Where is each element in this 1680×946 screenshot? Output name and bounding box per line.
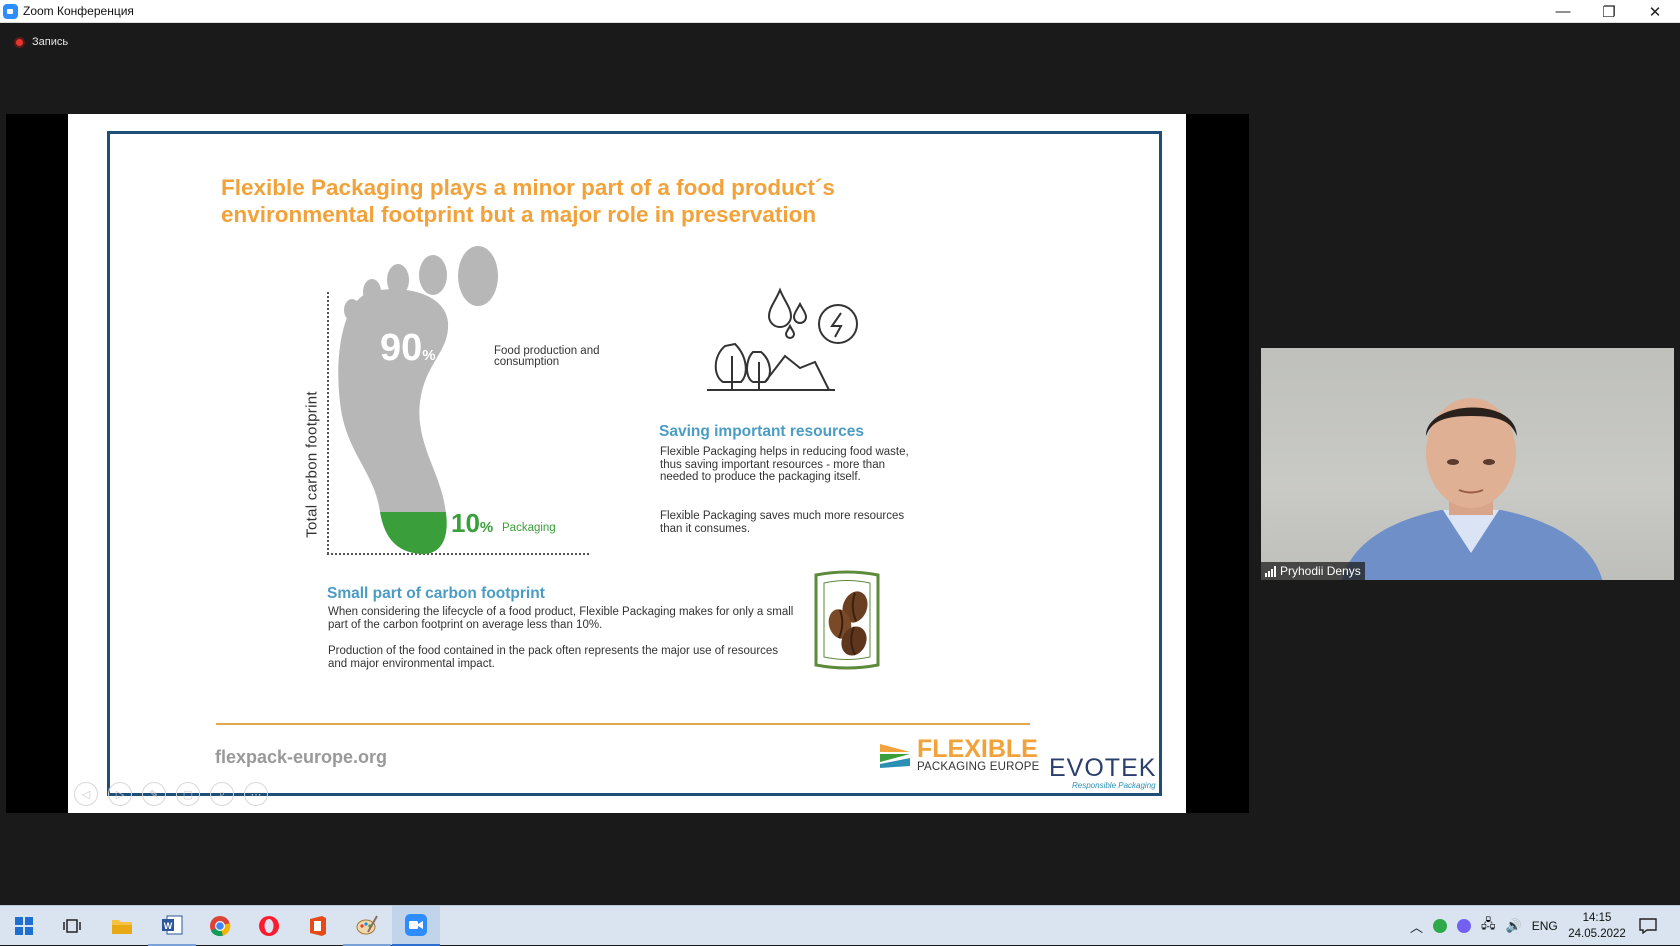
participant-silhouette <box>1341 398 1603 580</box>
evotek-logo: EVOTEK <box>1049 754 1157 782</box>
task-view-icon <box>63 919 81 933</box>
food-percentage-value: 90 <box>380 327 423 369</box>
more-icon[interactable]: ⋯ <box>244 782 268 806</box>
start-button[interactable] <box>0 906 48 946</box>
windows-logo-icon <box>15 917 33 935</box>
footer-url: flexpack-europe.org <box>215 747 388 767</box>
task-view-button[interactable] <box>48 906 96 946</box>
taskbar-word[interactable]: W <box>148 906 196 946</box>
volume-icon[interactable]: 🔊 <box>1506 918 1522 934</box>
previous-slide-icon[interactable]: ◁ <box>74 782 98 806</box>
viber-icon[interactable] <box>1457 919 1472 933</box>
saving-heading: Saving important resources <box>659 423 865 440</box>
participant-name-tag: Pryhodii Denys <box>1261 562 1365 580</box>
fpe-logo-mark-icon <box>880 744 910 768</box>
office-icon <box>310 916 326 936</box>
slide-frame <box>107 131 1162 796</box>
footer-divider <box>216 723 1030 725</box>
taskbar-zoom[interactable] <box>392 906 440 946</box>
zoom-icon[interactable]: ⌕ <box>210 782 234 806</box>
packaging-percentage-unit: % <box>479 519 494 536</box>
taskbar-file-explorer[interactable] <box>98 906 146 946</box>
saving-paragraph-1: Flexible Packaging helps in reducing foo… <box>660 446 909 483</box>
food-percentage: 90% <box>380 327 436 370</box>
coffee-pack-icon <box>814 570 880 670</box>
packaging-percentage-value: 10 <box>451 508 480 538</box>
slide-title: Flexible Packaging plays a minor part of… <box>221 175 835 227</box>
small-part-paragraph-1: When considering the lifecycle of a food… <box>328 606 794 631</box>
taskbar-opera[interactable] <box>245 906 293 946</box>
fpe-logo-flexible: FLEXIBLE <box>917 735 1038 763</box>
language-indicator[interactable]: ENG <box>1532 919 1558 933</box>
fpe-logo-packaging-europe: PACKAGING EUROPE <box>917 761 1040 773</box>
word-icon: W <box>162 915 183 935</box>
notification-icon <box>1639 918 1657 934</box>
zoom-icon <box>405 914 427 936</box>
chrome-icon <box>210 916 231 937</box>
pen-icon[interactable]: ✎ <box>142 782 166 806</box>
taskbar-paint[interactable] <box>343 906 391 946</box>
network-icon[interactable]: 🖧 <box>1481 915 1496 937</box>
folder-icon <box>112 920 132 934</box>
participant-name: Pryhodii Denys <box>1280 564 1361 578</box>
window-title: Zoom Конференция <box>23 4 134 18</box>
saving-paragraph-2: Flexible Packaging saves much more resou… <box>660 510 905 535</box>
slides-icon[interactable]: ▢ <box>176 782 200 806</box>
show-hidden-icons[interactable]: ︿ <box>1410 917 1423 936</box>
antivirus-icon[interactable] <box>1433 919 1448 933</box>
window-titlebar: Zoom Конференция — ❐ ✕ <box>0 0 1680 23</box>
signal-strength-icon <box>1265 565 1276 577</box>
flexible-packaging-europe-logo: FLEXIBLE PACKAGING EUROPE <box>878 737 1039 773</box>
food-label: Food production and consumption <box>494 345 600 368</box>
packaging-percentage: 10% <box>451 508 493 539</box>
next-slide-icon[interactable]: ▷ <box>108 782 132 806</box>
clock-date: 24.05.2022 <box>1568 928 1626 940</box>
paint-icon <box>356 915 378 935</box>
axis-label: Total carbon footprint <box>303 391 321 538</box>
svg-text:W: W <box>164 921 173 931</box>
food-percentage-unit: % <box>422 347 436 364</box>
small-part-paragraph-2: Production of the food contained in the … <box>328 645 779 670</box>
windows-taskbar: W ︿ 🖧 🔊 ENG 14:15 24.05.2022 <box>0 905 1680 946</box>
recording-label: Запись <box>32 36 69 48</box>
slide-controls: ◁ ▷ ✎ ▢ ⌕ ⋯ <box>74 782 268 806</box>
participant-video[interactable] <box>1261 348 1674 580</box>
taskbar-chrome[interactable] <box>196 906 244 946</box>
maximize-button[interactable]: ❐ <box>1586 0 1632 23</box>
opera-icon <box>259 916 279 936</box>
close-button[interactable]: ✕ <box>1632 0 1678 23</box>
clock-time: 14:15 <box>1582 912 1612 924</box>
recording-indicator[interactable]: Запись <box>14 36 68 48</box>
axis-line-vertical <box>327 292 329 554</box>
packaging-label: Packaging <box>502 522 556 534</box>
evotek-tagline: Responsible Packaging <box>1072 781 1156 790</box>
taskbar-clock[interactable]: 14:15 24.05.2022 <box>1562 910 1632 942</box>
nature-resources-icon <box>707 287 858 391</box>
system-tray: ︿ 🖧 🔊 ENG <box>1410 906 1558 946</box>
minimize-button[interactable]: — <box>1540 0 1586 23</box>
zoom-app-icon <box>3 4 18 19</box>
notifications-button[interactable] <box>1624 906 1672 946</box>
taskbar-office[interactable] <box>294 906 342 946</box>
record-icon <box>14 36 25 48</box>
small-part-heading: Small part of carbon footprint <box>327 585 545 602</box>
